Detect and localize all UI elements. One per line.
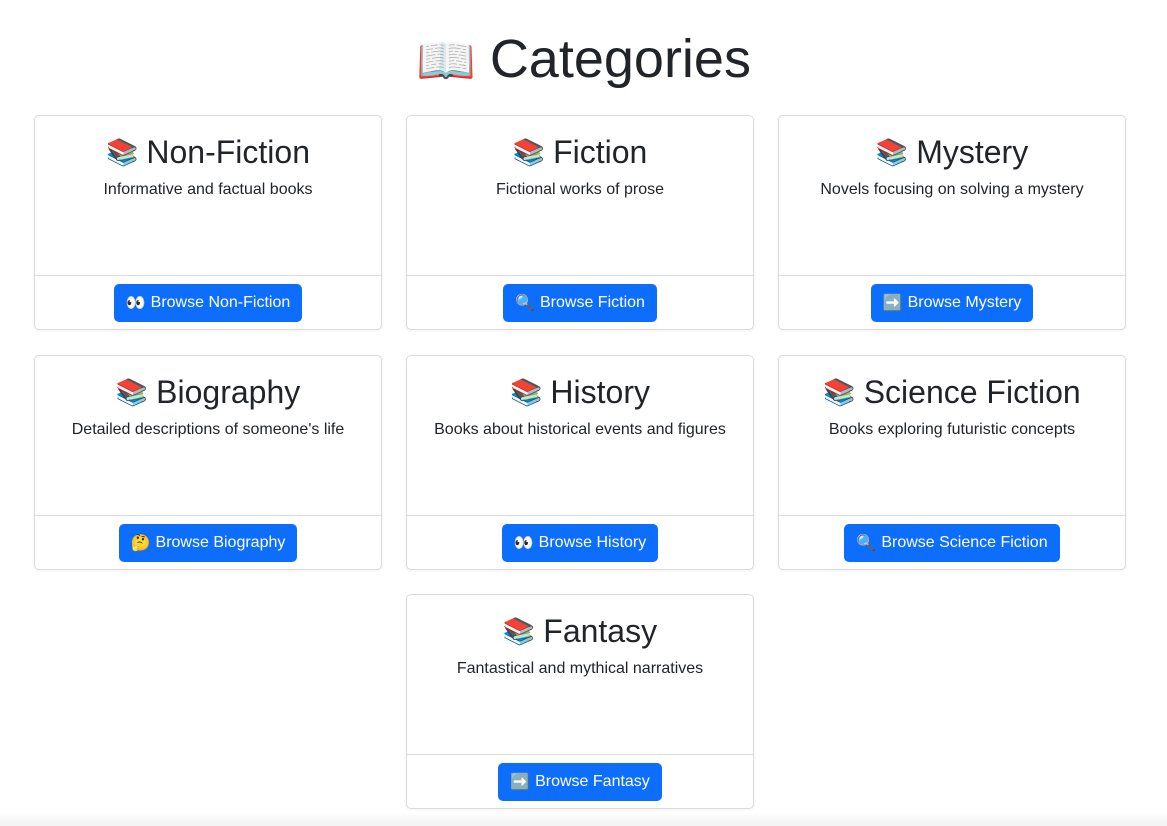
card-title-text: History	[550, 374, 650, 410]
category-card-biography: 📚 Biography Detailed descriptions of some…	[34, 355, 382, 570]
category-card-fantasy: 📚 Fantasy Fantastical and mythical narrat…	[406, 594, 754, 809]
categories-page: 📖 Categories 📚 Non-Fiction Informative and…	[0, 0, 1167, 826]
magnifier-icon: 🔍	[856, 535, 877, 552]
books-icon: 📚	[823, 377, 856, 407]
browse-history-button[interactable]: 👀 Browse History	[501, 524, 659, 562]
thinking-face-icon: 🤔	[130, 535, 151, 552]
card-footer: 👀 Browse History	[407, 515, 753, 569]
category-card-science-fiction: 📚 Science Fiction Books exploring futuris…	[778, 355, 1126, 570]
card-title: 📚 Fiction	[407, 131, 753, 173]
browse-science-fiction-button[interactable]: 🔍 Browse Science Fiction	[844, 524, 1060, 562]
card-footer: 👀 Browse Non-Fiction	[35, 275, 381, 329]
card-body: 📚 Non-Fiction Informative and factual boo…	[35, 116, 381, 275]
card-title: 📚 Non-Fiction	[35, 131, 381, 173]
card-description: Books exploring futuristic concepts	[828, 421, 1076, 438]
card-title: 📚 Biography	[35, 371, 381, 413]
books-icon: 📚	[510, 377, 543, 407]
card-body: 📚 Science Fiction Books exploring futuris…	[779, 356, 1125, 515]
card-title-text: Fiction	[553, 134, 648, 170]
button-label: Browse Non-Fiction	[150, 294, 291, 311]
eyes-icon: 👀	[125, 295, 146, 312]
books-icon: 📚	[875, 137, 909, 167]
books-icon: 📚	[106, 137, 139, 167]
card-title-text: Fantasy	[543, 613, 658, 649]
button-label: Browse Fiction	[540, 294, 645, 311]
card-body: 📚 History Books about historical events a…	[407, 356, 753, 515]
card-description: Books about historical events and figure…	[434, 421, 726, 438]
card-description: Detailed descriptions of someone's life	[71, 421, 345, 438]
browse-mystery-button[interactable]: ➡️ Browse Mystery	[870, 284, 1034, 322]
browse-biography-button[interactable]: 🤔 Browse Biography	[118, 524, 298, 562]
card-description: Fictional works of prose	[495, 181, 665, 198]
right-arrow-icon: ➡️	[882, 295, 903, 312]
page-title-text: Categories	[489, 29, 751, 89]
card-title-text: Mystery	[916, 134, 1029, 170]
eyes-icon: 👀	[513, 535, 534, 552]
card-body: 📚 Mystery Novels focusing on solving a my…	[779, 116, 1125, 275]
card-title: 📚 History	[407, 371, 753, 413]
card-title: 📚 Mystery	[779, 131, 1125, 173]
category-card-mystery: 📚 Mystery Novels focusing on solving a my…	[778, 115, 1126, 330]
card-footer: 🔍 Browse Science Fiction	[779, 515, 1125, 569]
browse-non-fiction-button[interactable]: 👀 Browse Non-Fiction	[113, 284, 303, 322]
button-label: Browse History	[538, 534, 647, 551]
card-body: 📚 Fiction Fictional works of prose	[407, 116, 753, 275]
card-description: Fantastical and mythical narratives	[456, 660, 704, 677]
button-label: Browse Mystery	[907, 294, 1022, 311]
open-book-icon: 📖	[416, 35, 476, 88]
card-footer: ➡️ Browse Mystery	[779, 275, 1125, 329]
category-card-history: 📚 History Books about historical events a…	[406, 355, 754, 570]
page-title: 📖 Categories	[0, 24, 1167, 97]
card-description: Novels focusing on solving a mystery	[820, 181, 1084, 198]
books-icon: 📚	[115, 377, 149, 407]
button-label: Browse Biography	[155, 534, 286, 551]
card-body: 📚 Fantasy Fantastical and mythical narrat…	[407, 595, 753, 754]
card-title-text: Non-Fiction	[146, 134, 310, 170]
browse-fantasy-button[interactable]: ➡️ Browse Fantasy	[498, 763, 662, 801]
card-body: 📚 Biography Detailed descriptions of some…	[35, 356, 381, 515]
card-title-text: Biography	[156, 374, 301, 410]
card-description: Informative and factual books	[103, 181, 313, 198]
card-title: 📚 Fantasy	[407, 610, 753, 652]
card-title: 📚 Science Fiction	[779, 371, 1125, 413]
browse-fiction-button[interactable]: 🔍 Browse Fiction	[503, 284, 657, 322]
card-footer: 🤔 Browse Biography	[35, 515, 381, 569]
category-card-non-fiction: 📚 Non-Fiction Informative and factual boo…	[34, 115, 382, 330]
card-footer: 🔍 Browse Fiction	[407, 275, 753, 329]
button-label: Browse Science Fiction	[881, 534, 1048, 551]
card-title-text: Science Fiction	[863, 374, 1081, 410]
right-arrow-icon: ➡️	[510, 774, 531, 791]
books-icon: 📚	[512, 137, 546, 167]
books-icon: 📚	[502, 616, 536, 646]
category-card-fiction: 📚 Fiction Fictional works of prose 🔍 Brows…	[406, 115, 754, 330]
card-footer: ➡️ Browse Fantasy	[407, 754, 753, 808]
bottom-shadow	[0, 812, 1167, 826]
button-label: Browse Fantasy	[535, 773, 650, 790]
magnifier-icon: 🔍	[515, 295, 535, 312]
